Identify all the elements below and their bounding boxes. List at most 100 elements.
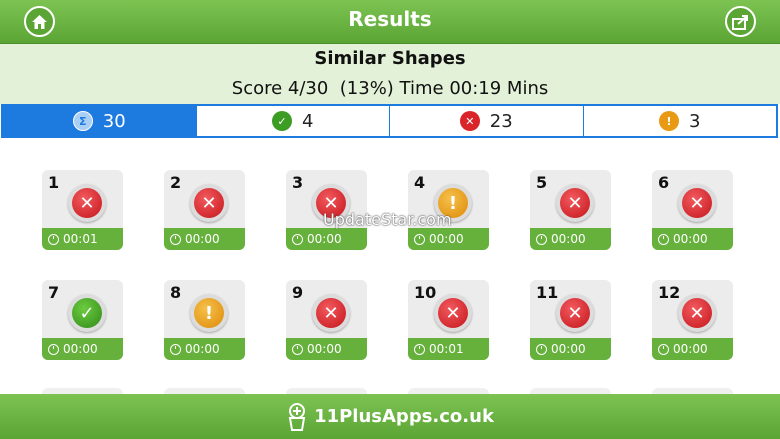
status-badge: ✕ xyxy=(68,184,106,222)
quiz-name: Similar Shapes xyxy=(314,48,466,69)
question-number: 4 xyxy=(414,173,426,192)
tab-skipped[interactable]: ! 3 xyxy=(582,106,777,136)
watermark: UpdateStar.com xyxy=(323,210,452,229)
time-bar: 00:01 xyxy=(42,228,123,250)
question-time: 00:00 xyxy=(429,232,464,246)
question-tile[interactable]: 10 ✕ 00:01 xyxy=(408,280,489,360)
question-time: 00:00 xyxy=(673,342,708,356)
clock-icon xyxy=(292,233,303,245)
question-number: 12 xyxy=(658,283,681,302)
question-number: 6 xyxy=(658,173,670,192)
brand-logo-icon xyxy=(288,402,306,431)
question-number: 1 xyxy=(48,173,60,192)
status-badge: ✕ xyxy=(678,294,716,332)
question-time: 00:00 xyxy=(307,232,342,246)
question-time: 00:00 xyxy=(185,232,220,246)
status-badge: ✕ xyxy=(678,184,716,222)
clock-icon xyxy=(292,343,303,355)
time-bar: 00:00 xyxy=(530,228,611,250)
clock-icon xyxy=(48,233,59,245)
tab-wrong-count: 23 xyxy=(489,110,513,132)
warning-icon: ! xyxy=(659,111,680,131)
tab-all-count: 30 xyxy=(102,110,126,132)
share-button[interactable] xyxy=(725,6,756,37)
cross-icon: ✕ xyxy=(459,111,480,131)
question-number: 8 xyxy=(170,283,182,302)
status-badge: ✕ xyxy=(434,294,472,332)
clock-icon xyxy=(414,233,425,245)
check-icon: ✓ xyxy=(272,111,293,131)
question-tile[interactable]: 6 ✕ 00:00 xyxy=(652,170,733,250)
clock-icon xyxy=(170,343,181,355)
question-time: 00:00 xyxy=(551,342,586,356)
cross-icon: ✕ xyxy=(316,298,346,328)
question-time: 00:01 xyxy=(63,232,98,246)
time-bar: 00:00 xyxy=(42,338,123,360)
question-number: 9 xyxy=(292,283,304,302)
clock-icon xyxy=(170,233,181,245)
question-tile[interactable]: 8! 00:00 xyxy=(164,280,245,360)
question-tile[interactable]: 7 ✓ 00:00 xyxy=(42,280,123,360)
cross-icon: ✕ xyxy=(560,188,590,218)
question-tile[interactable]: 1 ✕ 00:01 xyxy=(42,170,123,250)
filter-tabs: Σ 30 ✓ 4 ✕ 23 ! 3 xyxy=(1,104,778,138)
share-icon xyxy=(731,14,748,30)
time-bar: 00:00 xyxy=(652,338,733,360)
score-line: Score 4/30 (13%) Time 00:19 Mins xyxy=(231,78,549,99)
clock-icon xyxy=(658,233,669,245)
cross-icon: ✕ xyxy=(682,188,712,218)
page-title: Results xyxy=(348,7,432,31)
question-time: 00:00 xyxy=(673,232,708,246)
cross-icon: ✕ xyxy=(560,298,590,328)
clock-icon xyxy=(658,343,669,355)
tab-wrong[interactable]: ✕ 23 xyxy=(389,106,583,136)
tab-correct-count: 4 xyxy=(302,110,314,132)
question-grid: 1 ✕ 00:01 2 ✕ 00:00 3 ✕ 00:00 4! 00:00 5 ✕ 00:00 6 ✕ 00:… xyxy=(0,138,780,394)
time-bar: 00:00 xyxy=(286,228,367,250)
question-tile[interactable]: 11 ✕ 00:00 xyxy=(530,280,611,360)
clock-icon xyxy=(414,343,425,355)
question-time: 00:00 xyxy=(551,232,586,246)
question-number: 2 xyxy=(170,173,182,192)
clock-icon xyxy=(536,233,547,245)
time-bar: 00:01 xyxy=(408,338,489,360)
question-tile[interactable]: 5 ✕ 00:00 xyxy=(530,170,611,250)
question-tile[interactable]: 9 ✕ 00:00 xyxy=(286,280,367,360)
tab-all[interactable]: Σ 30 xyxy=(3,106,196,136)
question-number: 7 xyxy=(48,283,60,302)
time-bar: 00:00 xyxy=(286,338,367,360)
question-number: 3 xyxy=(292,173,304,192)
time-bar: 00:00 xyxy=(530,338,611,360)
question-time: 00:00 xyxy=(185,342,220,356)
question-number: 5 xyxy=(536,173,548,192)
question-tile[interactable]: 12 ✕ 00:00 xyxy=(652,280,733,360)
time-bar: 00:00 xyxy=(408,228,489,250)
status-badge: ✕ xyxy=(312,294,350,332)
warning-icon: ! xyxy=(194,298,224,328)
question-time: 00:01 xyxy=(429,342,464,356)
status-badge: ✕ xyxy=(556,294,594,332)
time-bar: 00:00 xyxy=(164,228,245,250)
footer-brand-link[interactable]: 11PlusApps.co.uk xyxy=(314,406,494,427)
cross-icon: ✕ xyxy=(682,298,712,328)
sigma-icon: Σ xyxy=(72,111,93,131)
status-badge: ✓ xyxy=(68,294,106,332)
time-bar: 00:00 xyxy=(652,228,733,250)
cross-icon: ✕ xyxy=(72,188,102,218)
question-time: 00:00 xyxy=(63,342,98,356)
question-time: 00:00 xyxy=(307,342,342,356)
status-badge: ✕ xyxy=(556,184,594,222)
footer-bar: 11PlusApps.co.uk xyxy=(0,394,780,439)
question-tile[interactable]: 2 ✕ 00:00 xyxy=(164,170,245,250)
time-bar: 00:00 xyxy=(164,338,245,360)
results-summary: Similar Shapes Score 4/30 (13%) Time 00:… xyxy=(0,44,780,104)
cross-icon: ✕ xyxy=(438,298,468,328)
check-icon: ✓ xyxy=(72,298,102,328)
status-badge: ✕ xyxy=(190,184,228,222)
top-bar: Results xyxy=(0,0,780,44)
tab-correct[interactable]: ✓ 4 xyxy=(195,106,390,136)
status-badge: ! xyxy=(190,294,228,332)
cross-icon: ✕ xyxy=(194,188,224,218)
question-number: 11 xyxy=(536,283,559,302)
clock-icon xyxy=(48,343,59,355)
